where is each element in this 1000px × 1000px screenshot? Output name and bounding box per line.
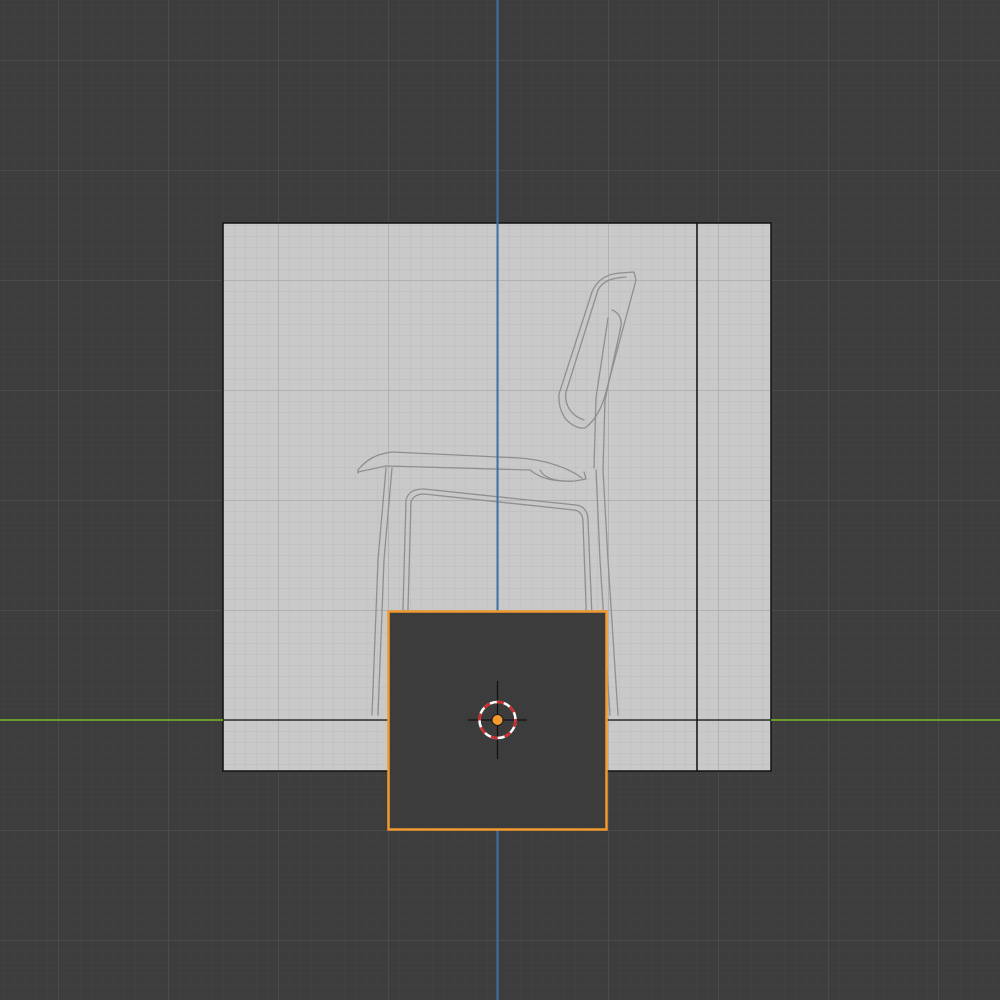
3d-viewport[interactable] (0, 0, 1000, 1000)
viewport-canvas[interactable] (0, 0, 1000, 1000)
object-origin-icon (491, 714, 504, 726)
